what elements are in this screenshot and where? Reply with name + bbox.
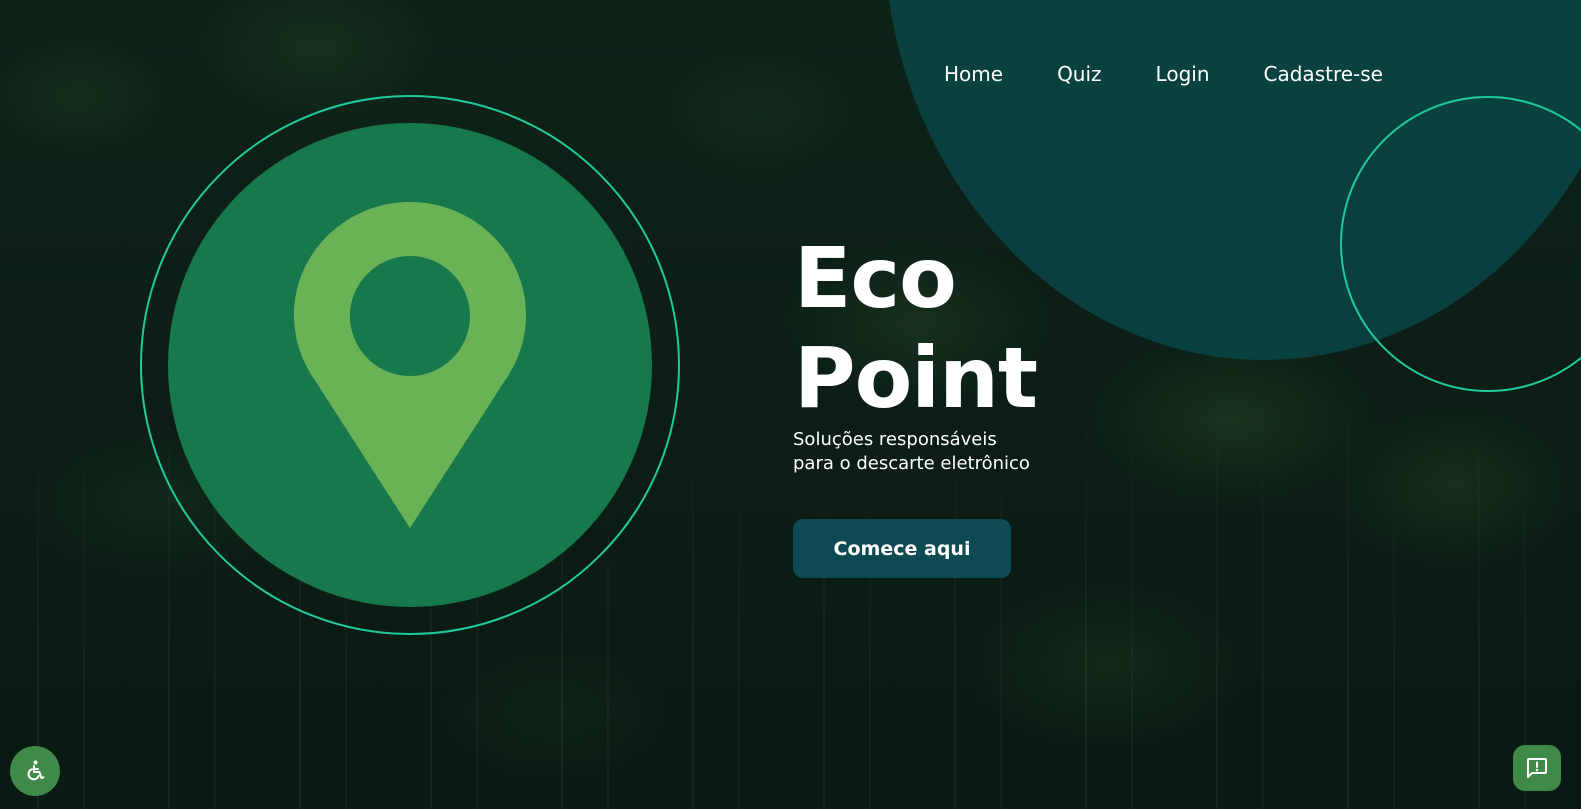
feedback-button[interactable] (1513, 745, 1561, 791)
feedback-alert-icon (1527, 758, 1547, 778)
accessibility-wheelchair-icon (27, 760, 45, 781)
hero-title-line-1: Eco (794, 229, 957, 327)
hero-subtitle: Soluções responsáveis para o descarte el… (793, 429, 1030, 474)
hero-title: Eco Point (794, 228, 1038, 428)
map-pin-icon (294, 202, 526, 528)
accessibility-button[interactable] (10, 746, 60, 796)
nav-link-home[interactable]: Home (944, 60, 1003, 88)
nav-link-quiz[interactable]: Quiz (1057, 60, 1101, 88)
nav-link-signup[interactable]: Cadastre-se (1264, 60, 1383, 88)
nav-link-login[interactable]: Login (1156, 60, 1210, 88)
main-navigation: Home Quiz Login Cadastre-se (944, 60, 1383, 88)
start-here-button[interactable]: Comece aqui (793, 519, 1011, 578)
hero-title-line-2: Point (794, 329, 1038, 427)
